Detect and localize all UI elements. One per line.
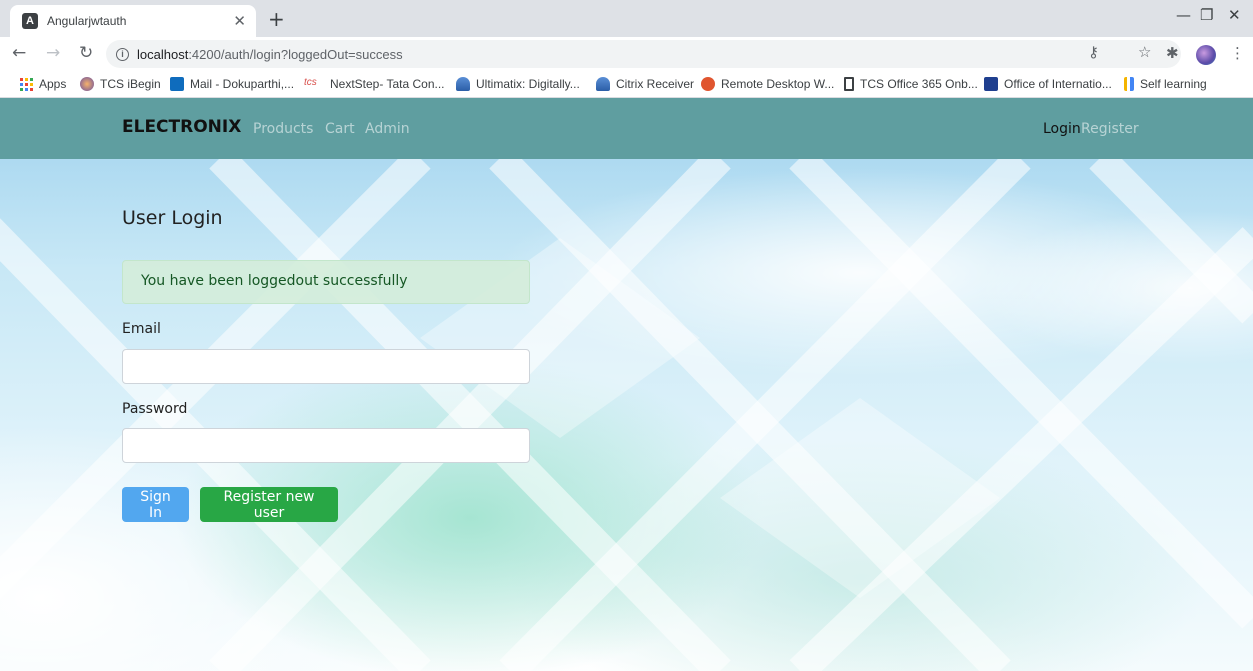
nav-login[interactable]: Login xyxy=(1043,121,1081,137)
tata-icon xyxy=(596,77,610,91)
close-window-icon[interactable]: ✕ xyxy=(1228,6,1241,24)
extensions-icon[interactable]: ✱ xyxy=(1166,44,1179,62)
app-navbar: ELECTRONIX Products Cart Admin Login Reg… xyxy=(0,98,1253,159)
sign-in-button[interactable]: Sign In xyxy=(122,487,189,522)
nav-admin[interactable]: Admin xyxy=(365,121,410,137)
url-text: localhost:4200/auth/login?loggedOut=succ… xyxy=(137,46,403,62)
register-new-user-button[interactable]: Register new user xyxy=(200,487,338,522)
key-icon[interactable]: ⚷ xyxy=(1088,43,1099,61)
page-title: User Login xyxy=(122,207,223,229)
password-input[interactable] xyxy=(122,428,530,463)
bookmark-international[interactable]: Office of Internatio... xyxy=(984,77,1112,91)
nav-register[interactable]: Register xyxy=(1081,121,1139,137)
bookmark-apps[interactable]: Apps xyxy=(20,77,66,91)
outlook-icon xyxy=(170,77,184,91)
restore-icon[interactable]: ❐ xyxy=(1200,6,1213,24)
browser-tab-strip: A Angularjwtauth ✕ + — ❐ ✕ xyxy=(0,0,1253,37)
browser-tab[interactable]: A Angularjwtauth ✕ xyxy=(10,5,256,37)
email-input[interactable] xyxy=(122,349,530,384)
tata-icon xyxy=(456,77,470,91)
forward-arrow-icon[interactable]: → xyxy=(46,43,60,63)
ibegin-icon xyxy=(80,77,94,91)
bookmark-tcs-ibegin[interactable]: TCS iBegin xyxy=(80,77,161,91)
new-tab-icon[interactable]: + xyxy=(268,7,285,31)
bookmark-ultimatix[interactable]: Ultimatix: Digitally... xyxy=(456,77,580,91)
nav-cart[interactable]: Cart xyxy=(325,121,355,137)
profile-avatar[interactable] xyxy=(1196,45,1216,65)
bookmark-self-learning[interactable]: Self learning xyxy=(1124,77,1207,91)
close-tab-icon[interactable]: ✕ xyxy=(233,12,246,30)
bookmark-nextstep[interactable]: tcs NextStep- Tata Con... xyxy=(304,77,445,91)
back-arrow-icon[interactable]: ← xyxy=(12,43,26,63)
password-label: Password xyxy=(122,401,188,417)
reload-icon[interactable]: ↻ xyxy=(79,43,93,63)
self-learning-icon xyxy=(1124,77,1134,91)
bookmark-citrix[interactable]: Citrix Receiver xyxy=(596,77,694,91)
remote-desktop-icon xyxy=(701,77,715,91)
star-icon[interactable]: ☆ xyxy=(1138,43,1151,61)
email-label: Email xyxy=(122,321,161,337)
bookmark-office365[interactable]: TCS Office 365 Onb... xyxy=(844,77,978,91)
tab-title: Angularjwtauth xyxy=(47,14,127,28)
nav-products[interactable]: Products xyxy=(253,121,313,137)
apps-grid-icon xyxy=(20,77,33,91)
minimize-icon[interactable]: — xyxy=(1176,6,1191,24)
bookmark-remote-desktop[interactable]: Remote Desktop W... xyxy=(701,77,834,91)
address-bar[interactable]: i localhost:4200/auth/login?loggedOut=su… xyxy=(106,40,1181,68)
menu-icon[interactable]: ⋮ xyxy=(1230,44,1245,62)
angular-icon: A xyxy=(22,13,38,29)
bookmarks-bar: Apps TCS iBegin Mail - Dokuparthi,... tc… xyxy=(0,71,1253,98)
logout-success-alert: You have been loggedout successfully xyxy=(122,260,530,304)
browser-toolbar: ← → ↻ i localhost:4200/auth/login?logged… xyxy=(0,37,1253,71)
background-pattern xyxy=(0,147,1253,671)
unc-icon xyxy=(984,77,998,91)
office-icon xyxy=(844,77,854,91)
tcs-icon: tcs xyxy=(304,77,317,88)
brand-logo[interactable]: ELECTRONIX xyxy=(122,117,241,137)
page-content: ELECTRONIX Products Cart Admin Login Reg… xyxy=(0,98,1253,671)
bookmark-mail[interactable]: Mail - Dokuparthi,... xyxy=(170,77,294,91)
info-icon[interactable]: i xyxy=(116,47,129,61)
